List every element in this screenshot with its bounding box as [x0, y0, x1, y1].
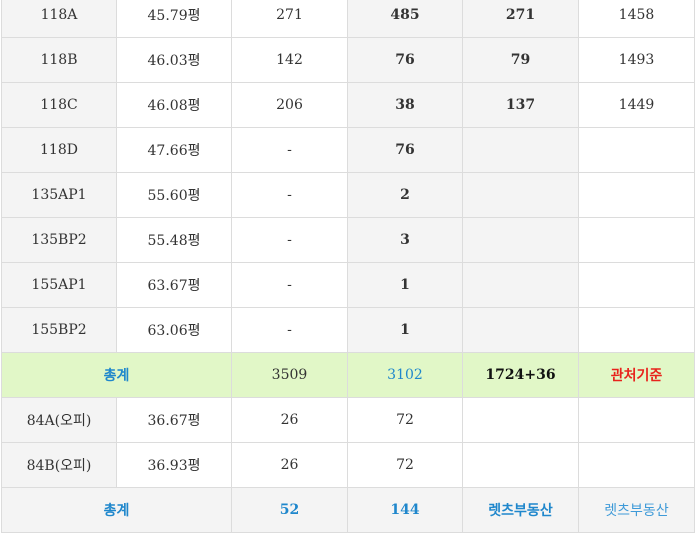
table-row: 118A 45.79평 271 485 271 1458: [1, 0, 695, 38]
value-cell: 3: [347, 217, 463, 263]
area-cell: 47.66평: [116, 127, 232, 173]
type-cell: 155BP2: [1, 307, 117, 353]
type-cell: 155AP1: [1, 262, 117, 308]
area-cell: 45.79평: [116, 0, 232, 38]
value-cell: [578, 127, 695, 173]
area-cell: 55.60평: [116, 172, 232, 218]
table-row: 84B(오피) 36.93평 26 72: [1, 442, 695, 488]
value-cell: [462, 397, 579, 443]
area-cell: 55.48평: [116, 217, 232, 263]
table-row: 155AP1 63.67평 - 1: [1, 262, 695, 308]
value-cell: [462, 307, 579, 353]
value-cell: -: [231, 172, 348, 218]
value-cell: 79: [462, 37, 579, 83]
table-row: 155BP2 63.06평 - 1: [1, 307, 695, 353]
value-cell: [462, 442, 579, 488]
area-cell: 36.67평: [116, 397, 232, 443]
area-cell: 46.08평: [116, 82, 232, 128]
value-cell: -: [231, 127, 348, 173]
area-cell: 46.03평: [116, 37, 232, 83]
type-cell: 84A(오피): [1, 397, 117, 443]
total-label: 총계: [1, 487, 232, 533]
value-cell: -: [231, 262, 348, 308]
value-cell: [578, 442, 695, 488]
table-row: 118B 46.03평 142 76 79 1493: [1, 37, 695, 83]
type-cell: 135AP1: [1, 172, 117, 218]
value-cell: [578, 172, 695, 218]
value-cell: 76: [347, 37, 463, 83]
source-watermark: 렛츠부동산: [578, 487, 695, 533]
table-row: 135BP2 55.48평 - 3: [1, 217, 695, 263]
value-cell: [578, 397, 695, 443]
type-cell: 118D: [1, 127, 117, 173]
value-cell: 271: [462, 0, 579, 38]
value-cell: 1: [347, 262, 463, 308]
value-cell: 206: [231, 82, 348, 128]
value-cell: 142: [231, 37, 348, 83]
value-cell: 72: [347, 442, 463, 488]
value-cell: 76: [347, 127, 463, 173]
table-row: 118D 47.66평 - 76: [1, 127, 695, 173]
apartment-type-table: 118A 45.79평 271 485 271 1458 118B 46.03평…: [1, 0, 695, 533]
total-value: 52: [231, 487, 348, 533]
area-cell: 63.06평: [116, 307, 232, 353]
value-cell: -: [231, 217, 348, 263]
value-cell: 271: [231, 0, 348, 38]
area-cell: 36.93평: [116, 442, 232, 488]
total-value: 3509: [231, 352, 348, 398]
value-cell: [578, 217, 695, 263]
value-cell: 1449: [578, 82, 695, 128]
type-cell: 118B: [1, 37, 117, 83]
table-row: 135AP1 55.60평 - 2: [1, 172, 695, 218]
total-row: 총계 52 144 렛츠부동산 렛츠부동산: [1, 487, 695, 533]
value-cell: 26: [231, 442, 348, 488]
value-cell: [578, 307, 695, 353]
value-cell: 1: [347, 307, 463, 353]
type-cell: 135BP2: [1, 217, 117, 263]
value-cell: 137: [462, 82, 579, 128]
area-cell: 63.67평: [116, 262, 232, 308]
value-cell: [462, 127, 579, 173]
total-value: 144: [347, 487, 463, 533]
total-value: 3102: [347, 352, 463, 398]
table-row: 84A(오피) 36.67평 26 72: [1, 397, 695, 443]
type-cell: 118A: [1, 0, 117, 38]
value-cell: 38: [347, 82, 463, 128]
value-cell: [578, 262, 695, 308]
table-row: 118C 46.08평 206 38 137 1449: [1, 82, 695, 128]
total-row: 총계 3509 3102 1724+36 관처기준: [1, 352, 695, 398]
type-cell: 84B(오피): [1, 442, 117, 488]
value-cell: 485: [347, 0, 463, 38]
value-cell: 2: [347, 172, 463, 218]
value-cell: [462, 262, 579, 308]
total-value: 1724+36: [462, 352, 579, 398]
type-cell: 118C: [1, 82, 117, 128]
total-note: 관처기준: [578, 352, 695, 398]
value-cell: 72: [347, 397, 463, 443]
source-label: 렛츠부동산: [462, 487, 579, 533]
value-cell: -: [231, 307, 348, 353]
value-cell: [462, 172, 579, 218]
value-cell: [462, 217, 579, 263]
value-cell: 1458: [578, 0, 695, 38]
total-label: 총계: [1, 352, 232, 398]
value-cell: 1493: [578, 37, 695, 83]
value-cell: 26: [231, 397, 348, 443]
